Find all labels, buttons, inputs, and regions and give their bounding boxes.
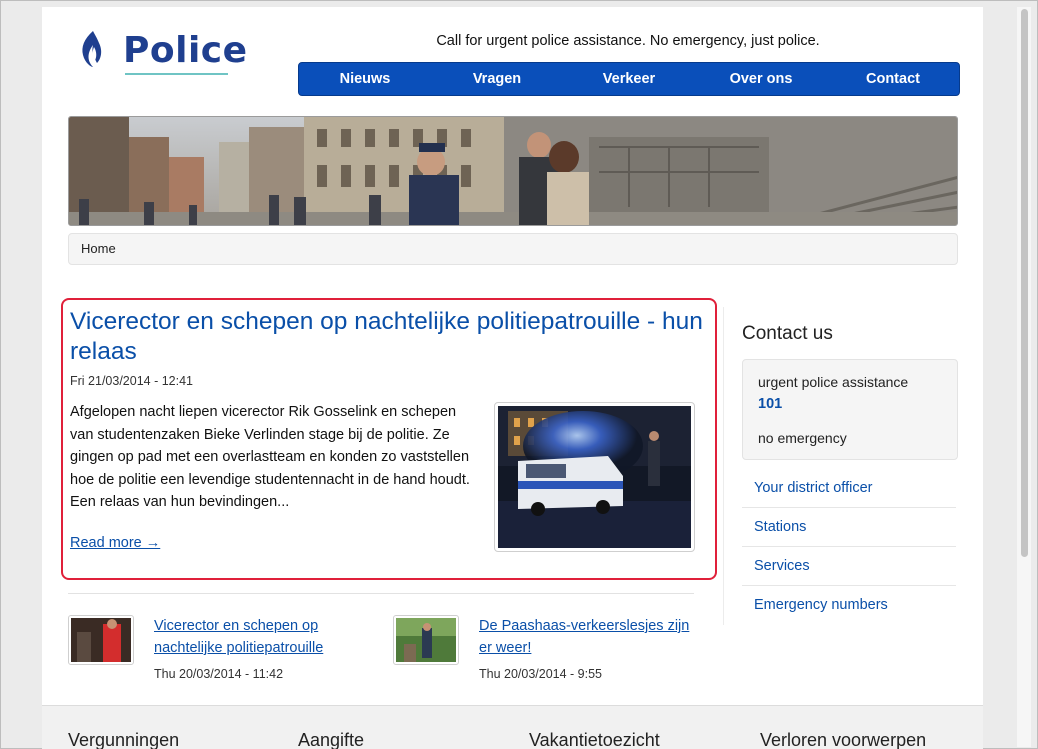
sidebar-link-emergency-numbers[interactable]: Emergency numbers [742, 586, 956, 625]
banner-image [68, 116, 958, 226]
sidebar-links: Your district officer Stations Services … [742, 469, 956, 625]
featured-article: Vicerector en schepen op nachtelijke pol… [61, 298, 717, 580]
nav-item-over-ons[interactable]: Over ons [695, 63, 827, 95]
breadcrumb: Home [68, 233, 958, 265]
footer-heading-vakantietoezicht[interactable]: Vakantietoezicht [529, 730, 660, 749]
teaser-item: Vicerector en schepen op nachtelijke pol… [68, 615, 368, 685]
footer-heading-verloren-voorwerpen[interactable]: Verloren voorwerpen [760, 730, 926, 749]
article-divider [68, 593, 694, 594]
article-date: Fri 21/03/2014 - 12:41 [70, 374, 193, 388]
teaser-title[interactable]: Vicerector en schepen op nachtelijke pol… [154, 615, 374, 659]
police-logo[interactable]: Police [77, 29, 247, 79]
main-navigation: Nieuws Vragen Verkeer Over ons Contact [298, 62, 960, 96]
contact-box: urgent police assistance 101 no emergenc… [742, 359, 958, 460]
nav-item-contact[interactable]: Contact [827, 63, 959, 95]
no-emergency-label: no emergency [758, 430, 847, 446]
nav-item-nieuws[interactable]: Nieuws [299, 63, 431, 95]
article-title[interactable]: Vicerector en schepen op nachtelijke pol… [70, 307, 710, 367]
read-more-link[interactable]: Read more → [70, 535, 160, 551]
article-summary: Afgelopen nacht liepen vicerector Rik Go… [70, 404, 470, 510]
teaser-title[interactable]: De Paashaas-verkeerslesjes zijn er weer! [479, 615, 699, 659]
nav-item-verkeer[interactable]: Verkeer [563, 63, 695, 95]
teaser-thumbnail[interactable] [68, 615, 134, 665]
logo-text: Police [123, 30, 248, 71]
scrollbar-thumb[interactable] [1021, 9, 1028, 557]
sidebar-link-district-officer[interactable]: Your district officer [742, 469, 956, 508]
breadcrumb-home[interactable]: Home [81, 241, 116, 256]
web-page: Police Call for urgent police assistance… [42, 7, 983, 749]
teaser-item: De Paashaas-verkeerslesjes zijn er weer!… [393, 615, 693, 685]
sidebar-link-services[interactable]: Services [742, 547, 956, 586]
footer: Vergunningen Aangifte Vakantietoezicht V… [42, 705, 983, 749]
sidebar-divider [723, 307, 724, 625]
sidebar-link-stations[interactable]: Stations [742, 508, 956, 547]
nav-item-vragen[interactable]: Vragen [431, 63, 563, 95]
flame-logo-icon [82, 31, 102, 67]
teaser-date: Thu 20/03/2014 - 9:55 [479, 667, 603, 681]
urgent-number[interactable]: 101 [758, 396, 782, 412]
header-tagline: Call for urgent police assistance. No em… [436, 33, 820, 49]
teaser-date: Thu 20/03/2014 - 11:42 [154, 667, 284, 681]
vertical-scrollbar[interactable] [1017, 7, 1031, 747]
urgent-assistance-label: urgent police assistance [758, 374, 909, 390]
article-image[interactable] [494, 402, 695, 552]
contact-title: Contact us [742, 323, 833, 344]
logo-underline [125, 73, 228, 75]
browser-window: Police Call for urgent police assistance… [0, 0, 1038, 749]
teaser-thumbnail[interactable] [393, 615, 459, 665]
footer-heading-aangifte[interactable]: Aangifte [298, 730, 364, 749]
footer-heading-vergunningen[interactable]: Vergunningen [68, 730, 179, 749]
